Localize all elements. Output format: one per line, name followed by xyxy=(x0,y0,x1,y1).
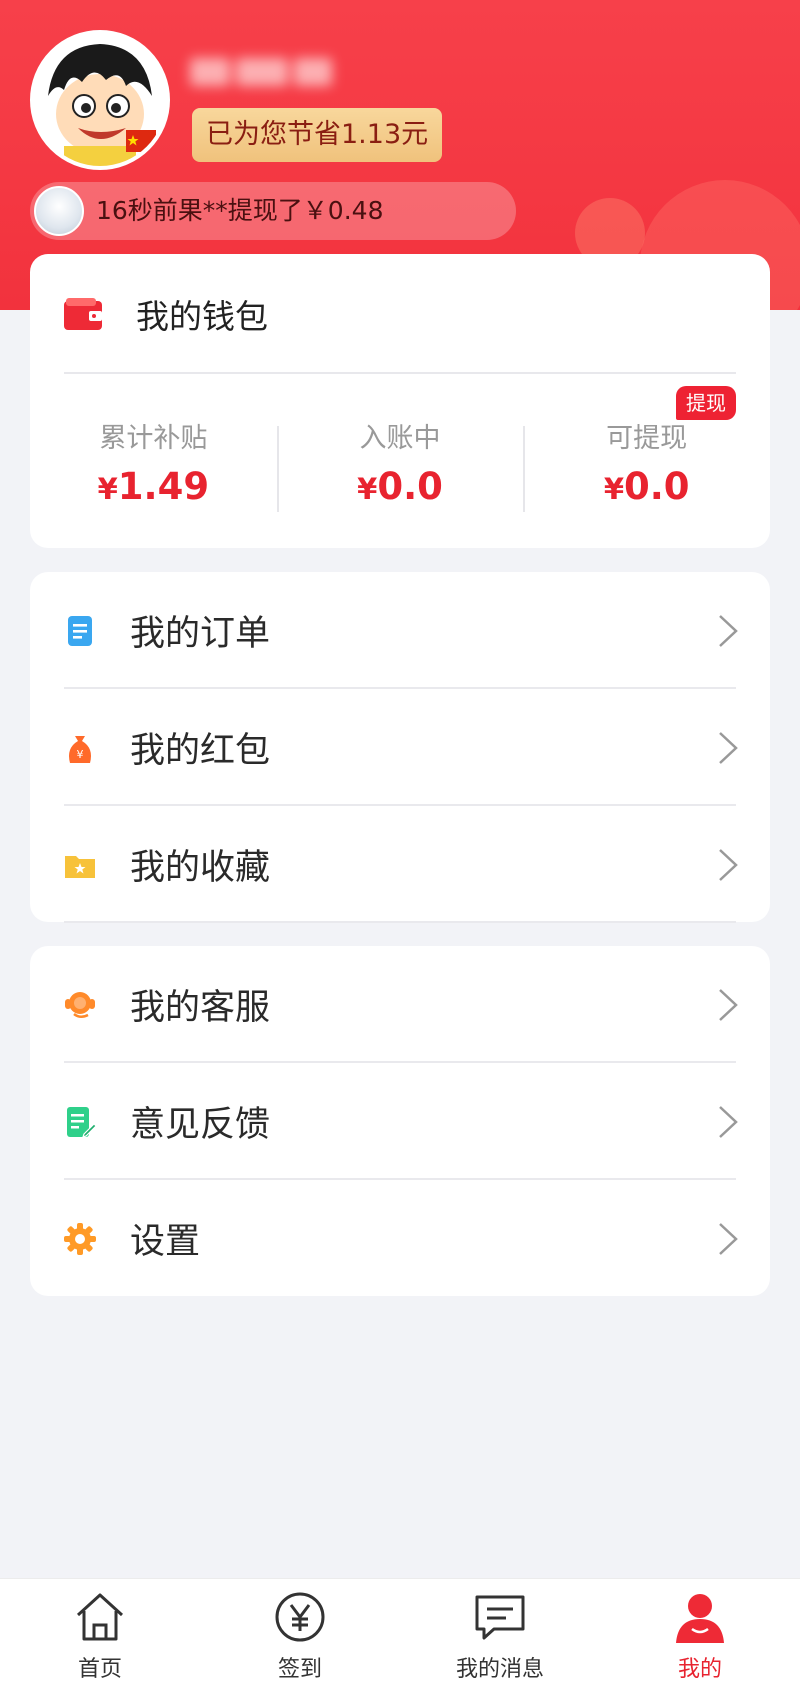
stat-withdrawable[interactable]: 可提现 ¥0.0 xyxy=(523,414,770,524)
stat-label: 累计补贴 xyxy=(99,423,208,454)
chevron-right-icon xyxy=(719,614,738,647)
user-icon xyxy=(676,1594,724,1643)
settings-icon xyxy=(64,1222,96,1255)
yen-icon xyxy=(275,1592,325,1642)
wallet-icon xyxy=(64,298,102,330)
menu-item-feedback[interactable]: 意见反馈 xyxy=(30,1063,770,1180)
menu-item-favorites[interactable]: 我的收藏 xyxy=(30,806,770,923)
tab-label: 首页 xyxy=(77,1657,122,1682)
menu-item-red-packets[interactable]: ¥ 我的红包 xyxy=(30,689,770,806)
order-icon xyxy=(68,615,92,646)
wallet-header[interactable]: 我的钱包 xyxy=(64,254,736,374)
home-icon xyxy=(76,1593,124,1641)
customer-service-icon xyxy=(65,991,95,1018)
bottom-tab-bar: 首页 签到 我的消息 我的 xyxy=(0,1578,800,1689)
divider xyxy=(64,921,736,923)
chevron-right-icon xyxy=(719,988,738,1021)
ticker-text: 16秒前果**提现了￥0.48 xyxy=(96,196,384,225)
wallet-card[interactable]: 我的钱包 提现 累计补贴 ¥1.49 入账中 ¥0.0 可提现 ¥0.0 xyxy=(30,254,770,548)
saved-amount-badge: 已为您节省1.13元 xyxy=(192,108,443,162)
favorites-icon xyxy=(65,855,95,878)
menu-group-2: 我的客服 意见反馈 设置 xyxy=(30,946,770,1296)
chevron-right-icon xyxy=(719,1222,738,1255)
tab-label: 我的消息 xyxy=(455,1657,544,1682)
user-avatar[interactable] xyxy=(30,30,170,170)
stat-pending[interactable]: 入账中 ¥0.0 xyxy=(276,414,524,524)
stat-value: ¥1.49 xyxy=(97,465,210,508)
menu-label: 我的收藏 xyxy=(130,848,271,888)
menu-label: 我的红包 xyxy=(130,731,271,771)
menu-label: 我的客服 xyxy=(130,988,271,1028)
menu-label: 设置 xyxy=(130,1222,201,1262)
feedback-icon xyxy=(67,1106,97,1138)
stat-total-subsidy[interactable]: 累计补贴 ¥1.49 xyxy=(30,414,277,524)
avatar-image xyxy=(34,34,166,166)
stat-value: ¥0.0 xyxy=(357,465,443,508)
menu-label: 我的订单 xyxy=(130,614,271,654)
red-packet-icon: ¥ xyxy=(69,735,91,763)
tab-label: 我的 xyxy=(677,1657,722,1682)
chevron-right-icon xyxy=(719,731,738,764)
menu-label: 意见反馈 xyxy=(130,1105,271,1145)
menu-item-orders[interactable]: 我的订单 xyxy=(30,572,770,689)
menu-group-1: 我的订单 ¥ 我的红包 我的收藏 xyxy=(30,572,770,923)
tab-home[interactable]: 首页 xyxy=(0,1579,200,1689)
stat-value: ¥0.0 xyxy=(603,465,690,508)
wallet-stats: 累计补贴 ¥1.49 入账中 ¥0.0 可提现 ¥0.0 xyxy=(30,414,770,524)
tab-label: 签到 xyxy=(277,1657,322,1682)
wallet-title: 我的钱包 xyxy=(136,297,268,336)
chevron-right-icon xyxy=(719,1105,738,1138)
svg-text:¥: ¥ xyxy=(77,748,84,761)
message-icon xyxy=(475,1595,525,1640)
chevron-right-icon xyxy=(719,848,738,881)
tab-checkin[interactable]: 签到 xyxy=(200,1579,400,1689)
username-blurred xyxy=(190,58,340,92)
tab-messages[interactable]: 我的消息 xyxy=(400,1579,600,1689)
menu-item-settings[interactable]: 设置 xyxy=(30,1180,770,1297)
ticker-avatar xyxy=(34,186,84,236)
tab-mine[interactable]: 我的 xyxy=(600,1579,800,1689)
stat-label: 入账中 xyxy=(359,423,441,454)
menu-item-customer-service[interactable]: 我的客服 xyxy=(30,946,770,1063)
divider xyxy=(64,372,736,374)
withdraw-ticker: 16秒前果**提现了￥0.48 xyxy=(30,182,516,240)
stat-label: 可提现 xyxy=(606,423,688,454)
